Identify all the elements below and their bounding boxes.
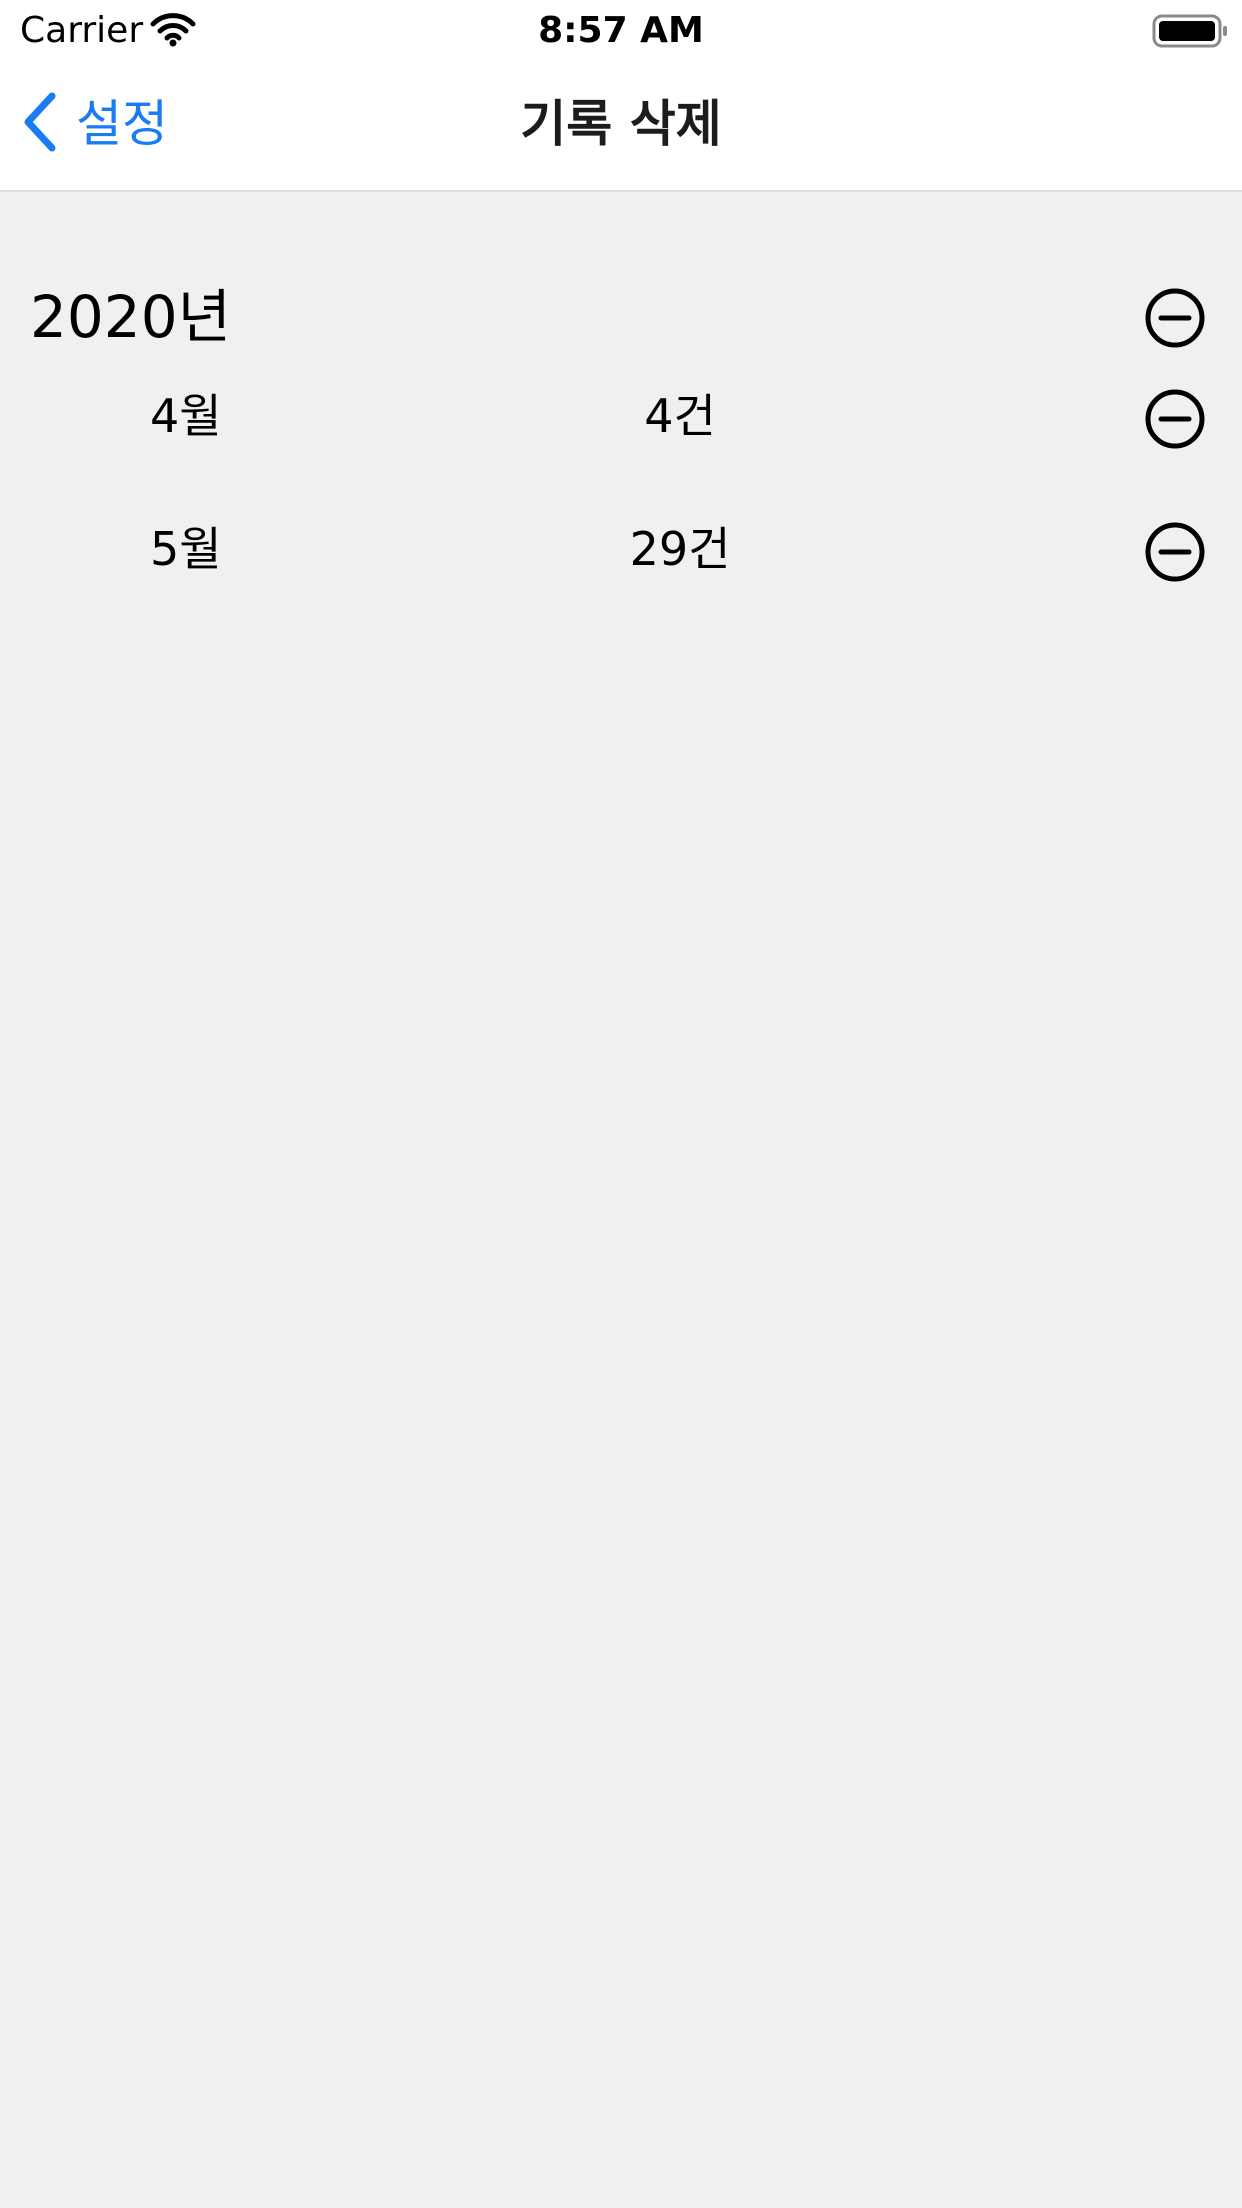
month-label: 5월 (150, 522, 222, 576)
delete-month-button[interactable] (1144, 521, 1206, 583)
month-row-may: 5월 29건 (0, 507, 1242, 597)
minus-circle-icon (1145, 389, 1205, 449)
minus-circle-icon (1145, 522, 1205, 582)
navigation-bar: 설정 기록 삭제 (0, 62, 1242, 192)
battery-icon (1152, 14, 1230, 48)
minus-circle-icon (1145, 288, 1205, 348)
record-count: 29건 (629, 522, 731, 576)
year-label: 2020년 (30, 283, 231, 351)
delete-month-button[interactable] (1144, 388, 1206, 450)
page-title: 기록 삭제 (520, 95, 722, 153)
record-count: 4건 (644, 389, 716, 443)
delete-year-button[interactable] (1144, 287, 1206, 349)
clock: 8:57 AM (538, 10, 704, 51)
month-row-april: 4월 4건 (0, 374, 1242, 464)
status-bar: Carrier 8:57 AM (0, 0, 1242, 62)
month-label: 4월 (150, 389, 222, 443)
